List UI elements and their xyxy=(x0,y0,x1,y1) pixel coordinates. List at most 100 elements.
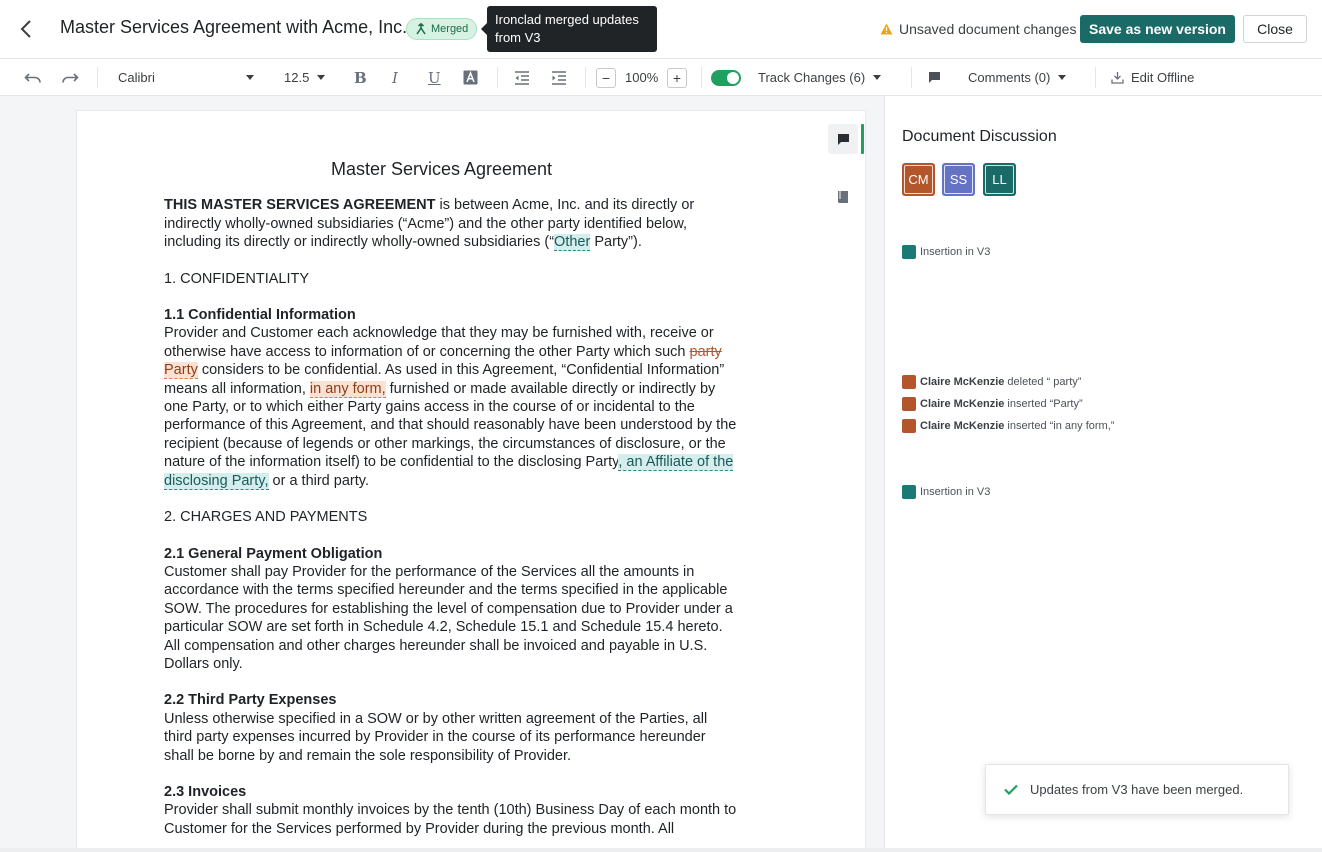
insertion[interactable]: in any form, xyxy=(309,380,386,398)
editor-toolbar: Calibri 12.5 B I U − 100% + Track Change… xyxy=(0,59,1322,96)
toolbar-divider xyxy=(1095,67,1096,88)
warning-icon xyxy=(880,23,893,35)
comments-label: Comments (0) xyxy=(968,70,1051,85)
subsection-heading: 1.1 Confidential Information xyxy=(164,307,356,324)
comments-dropdown[interactable]: Comments (0) xyxy=(968,59,1067,96)
decrease-indent-button[interactable] xyxy=(514,59,530,96)
avatar-initials: LL xyxy=(985,165,1014,194)
merge-tooltip: Ironclad merged updates from V3 xyxy=(481,6,657,52)
zoom-out-button[interactable]: − xyxy=(596,59,616,96)
change-swatch xyxy=(902,245,916,259)
change-author: Claire McKenzie xyxy=(920,376,1005,388)
change-swatch xyxy=(902,375,916,389)
insertion-v3[interactable]: Other xyxy=(554,234,591,252)
underline-button[interactable]: U xyxy=(428,59,441,96)
change-swatch xyxy=(902,419,916,433)
change-swatch xyxy=(902,485,916,499)
change-action: inserted “Party” xyxy=(1004,398,1083,410)
book-icon xyxy=(838,191,848,203)
clause-library-tab[interactable] xyxy=(834,188,852,206)
toolbar-divider xyxy=(911,67,912,88)
discussion-title: Document Discussion xyxy=(902,128,1057,145)
subsection-heading: 2.3 Invoices xyxy=(164,783,247,800)
change-item[interactable]: Claire McKenzie inserted “Party” xyxy=(902,397,1083,411)
minus-icon: − xyxy=(596,67,616,88)
redo-icon xyxy=(62,72,79,83)
font-family-value: Calibri xyxy=(118,70,155,85)
toggle-switch xyxy=(711,69,741,86)
avatar[interactable]: CM xyxy=(902,163,935,196)
intro-text: Party”). xyxy=(590,234,642,251)
increase-indent-button[interactable] xyxy=(551,59,567,96)
chevron-left-icon xyxy=(20,20,31,38)
side-rail xyxy=(822,110,866,852)
merged-badge-label: Merged xyxy=(431,23,469,35)
toolbar-divider xyxy=(497,67,498,88)
outdent-icon xyxy=(515,70,529,85)
chevron-down-icon xyxy=(873,75,882,80)
deletion[interactable]: party xyxy=(690,344,722,360)
undo-icon xyxy=(24,72,41,83)
checkmark-icon xyxy=(1004,784,1018,795)
document-heading: Master Services Agreement xyxy=(330,159,553,179)
paragraph: Provider shall submit monthly invoices b… xyxy=(164,802,737,837)
unsaved-label: Unsaved document changes xyxy=(899,21,1077,37)
active-tab-indicator xyxy=(861,124,864,154)
bold-button[interactable]: B xyxy=(354,59,367,96)
change-label: Insertion in V3 xyxy=(920,246,991,258)
top-bar: Master Services Agreement with Acme, Inc… xyxy=(0,0,1322,59)
edit-offline-label: Edit Offline xyxy=(1131,70,1195,85)
underline-icon: U xyxy=(428,68,441,87)
avatar[interactable]: SS xyxy=(942,163,975,196)
indent-icon xyxy=(552,70,566,85)
add-comment-button[interactable] xyxy=(928,59,941,96)
subsection-heading: 2.2 Third Party Expenses xyxy=(164,692,337,709)
close-button[interactable]: Close xyxy=(1243,15,1307,43)
bold-icon: B xyxy=(354,68,367,87)
toolbar-divider xyxy=(97,67,98,88)
intro-paragraph: THIS MASTER SERVICES AGREEMENT is betwee… xyxy=(164,196,739,252)
document-body[interactable]: Master Services Agreement THIS MASTER SE… xyxy=(164,160,739,852)
back-button[interactable] xyxy=(16,17,36,41)
text-highlight-button[interactable] xyxy=(463,59,478,96)
paragraph: Customer shall pay Provider for the perf… xyxy=(164,563,733,672)
zoom-in-button[interactable]: + xyxy=(667,59,687,96)
chevron-down-icon xyxy=(317,75,326,80)
toast-message: Updates from V3 have been merged. xyxy=(1030,782,1244,797)
discussion-tab[interactable] xyxy=(828,124,858,154)
merged-badge[interactable]: Merged xyxy=(406,18,478,40)
paragraph: Provider and Customer each acknowledge t… xyxy=(164,324,739,490)
discussion-panel xyxy=(884,96,1322,852)
unsaved-status: Unsaved document changes xyxy=(880,21,1076,37)
save-new-version-button[interactable]: Save as new version xyxy=(1080,15,1235,43)
italic-icon: I xyxy=(392,68,398,87)
change-label: Insertion in V3 xyxy=(920,486,991,498)
track-changes-dropdown[interactable]: Track Changes (6) xyxy=(758,59,882,96)
change-item[interactable]: Claire McKenzie inserted “in any form,” xyxy=(902,419,1114,433)
toolbar-divider xyxy=(701,67,702,88)
font-family-select[interactable]: Calibri xyxy=(118,59,254,96)
change-item[interactable]: Insertion in V3 xyxy=(902,485,990,499)
text: or a third party. xyxy=(268,472,369,489)
plus-icon: + xyxy=(667,67,687,88)
font-size-value: 12.5 xyxy=(284,70,310,85)
insertion[interactable]: Party xyxy=(164,362,198,380)
change-item[interactable]: Claire McKenzie deleted “ party” xyxy=(902,375,1081,389)
undo-button[interactable] xyxy=(24,59,42,96)
avatar-initials: CM xyxy=(904,165,933,194)
change-item[interactable]: Insertion in V3 xyxy=(902,245,990,259)
text: Provider and Customer each acknowledge t… xyxy=(164,325,714,360)
chevron-down-icon xyxy=(246,75,254,80)
font-size-select[interactable]: 12.5 xyxy=(284,59,326,96)
change-action: inserted “in any form,” xyxy=(1004,420,1115,432)
italic-button[interactable]: I xyxy=(392,59,398,96)
track-changes-toggle[interactable] xyxy=(711,59,741,96)
chevron-down-icon xyxy=(1058,75,1067,80)
redo-button[interactable] xyxy=(61,59,79,96)
comment-icon xyxy=(837,133,849,145)
text-color-icon xyxy=(463,70,478,85)
merge-toast: Updates from V3 have been merged. xyxy=(985,764,1289,815)
change-author: Claire McKenzie xyxy=(920,420,1005,432)
avatar[interactable]: LL xyxy=(983,163,1016,196)
edit-offline-button[interactable]: Edit Offline xyxy=(1111,59,1194,96)
